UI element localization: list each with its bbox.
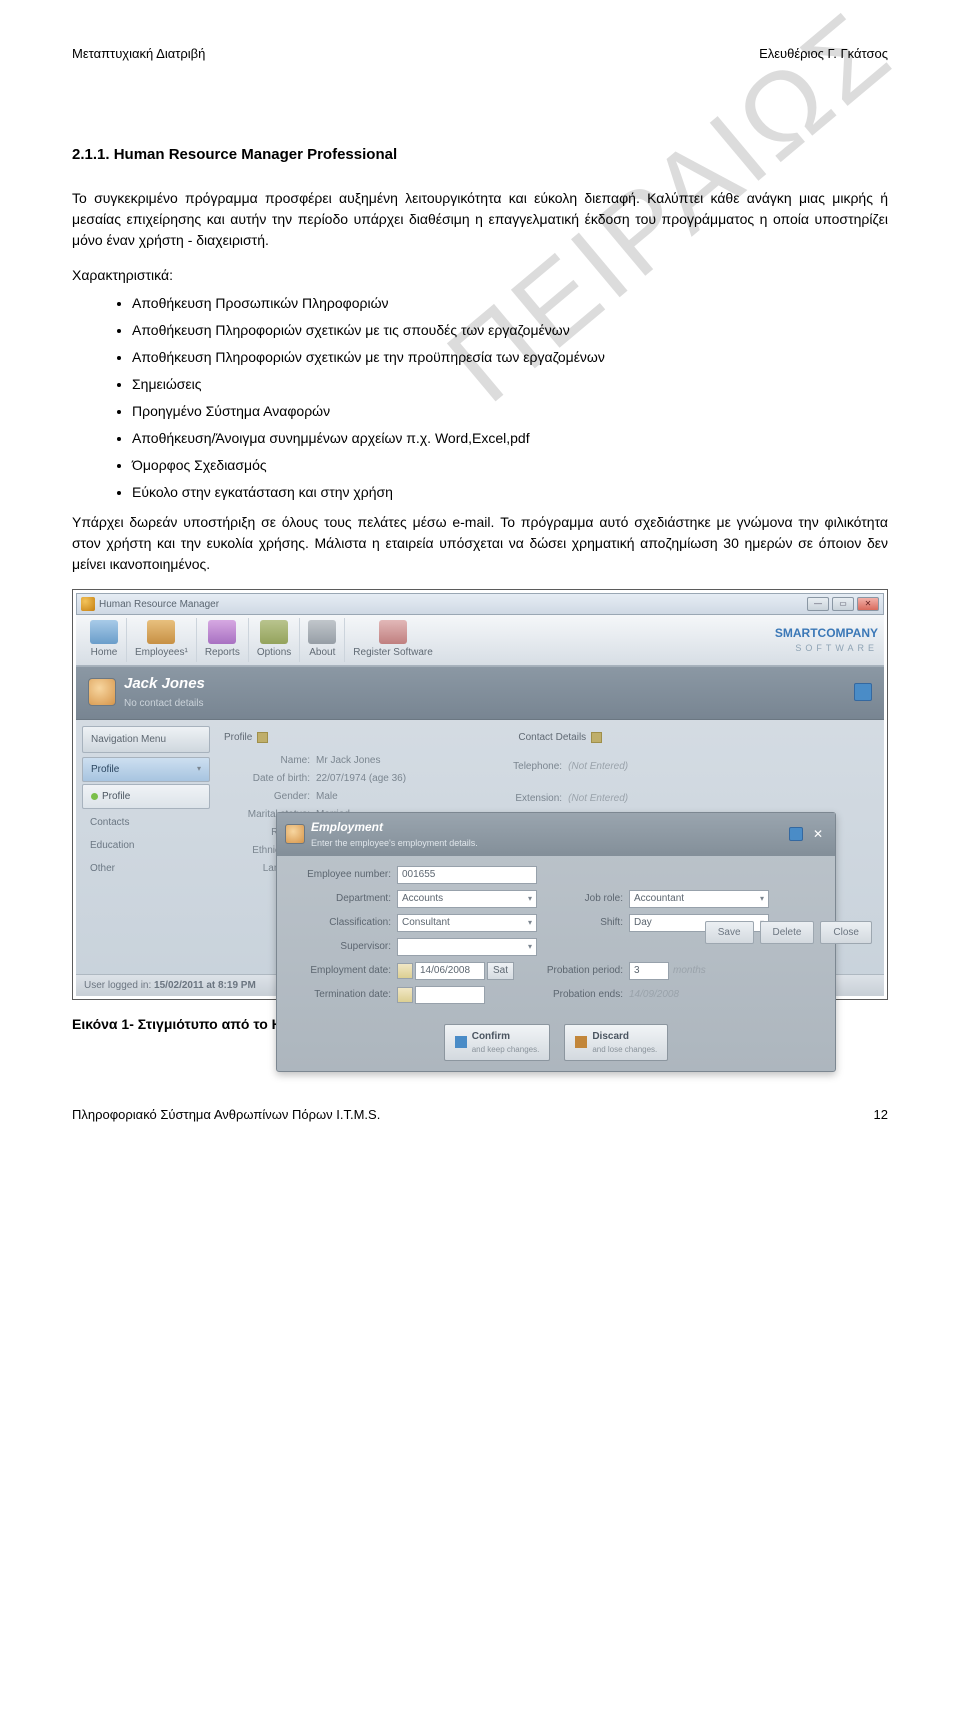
employee-subtitle: No contact details <box>124 696 205 711</box>
nav-title: Navigation Menu <box>82 726 210 753</box>
header-save-icon[interactable] <box>854 683 872 701</box>
screenshot-container: Human Resource Manager — ▭ ✕ Home Employ… <box>72 589 888 1000</box>
feature-item: Εύκολο στην εγκατάσταση και στην χρήση <box>132 479 888 506</box>
app-icon <box>81 597 95 611</box>
page-number: 12 <box>874 1105 888 1125</box>
contact-section-label: Contact Details <box>518 730 586 745</box>
employee-header: Jack Jones No contact details <box>76 666 884 720</box>
nav-education[interactable]: Education <box>82 834 210 857</box>
chevron-down-icon: ▾ <box>528 893 532 905</box>
main-panel: Profile Contact Details Name:Mr Jack Jon… <box>216 720 884 974</box>
close-button[interactable]: ✕ <box>857 597 879 611</box>
chevron-down-icon: ▾ <box>528 917 532 929</box>
department-select[interactable]: Accounts▾ <box>397 890 537 908</box>
calendar-icon[interactable] <box>397 987 413 1003</box>
window-title: Human Resource Manager <box>99 597 219 612</box>
termination-date-input[interactable] <box>415 986 485 1004</box>
discard-button[interactable]: Discardand lose changes. <box>564 1024 668 1061</box>
chevron-down-icon: ▾ <box>197 763 201 775</box>
section-heading: 2.1.1. Human Resource Manager Profession… <box>72 144 888 167</box>
employees-icon <box>147 620 175 644</box>
delete-button[interactable]: Delete <box>760 921 815 944</box>
feature-item: Αποθήκευση Πληροφοριών σχετικών με την π… <box>132 344 888 371</box>
employee-number-input[interactable] <box>397 866 537 884</box>
toolbar: Home Employees¹ Reports Options About Re… <box>76 615 884 666</box>
register-icon <box>379 620 407 644</box>
toolbar-home[interactable]: Home <box>82 618 127 662</box>
feature-item: Προηγμένο Σύστημα Αναφορών <box>132 398 888 425</box>
toolbar-reports[interactable]: Reports <box>197 618 249 662</box>
dialog-subtitle: Enter the employee's employment details. <box>311 838 478 848</box>
chevron-down-icon: ▾ <box>528 941 532 953</box>
maximize-button[interactable]: ▭ <box>832 597 854 611</box>
reports-icon <box>208 620 236 644</box>
dialog-save-icon[interactable] <box>789 827 803 841</box>
window-titlebar: Human Resource Manager — ▭ ✕ <box>76 593 884 615</box>
months-label: months <box>673 963 706 978</box>
toolbar-register[interactable]: Register Software <box>345 618 440 662</box>
feature-item: Σημειώσεις <box>132 371 888 398</box>
confirm-button[interactable]: Confirmand keep changes. <box>444 1024 551 1061</box>
chevron-down-icon: ▾ <box>760 893 764 905</box>
toolbar-about[interactable]: About <box>300 618 345 662</box>
bullet-icon <box>91 793 98 800</box>
probation-ends-value: 14/09/2008 <box>629 987 769 1002</box>
employment-icon <box>285 824 305 844</box>
nav-contacts[interactable]: Contacts <box>82 811 210 834</box>
footer-left: Πληροφοριακό Σύστημα Ανθρωπίνων Πόρων Ι.… <box>72 1105 380 1125</box>
feature-item: Όμορφος Σχεδιασμός <box>132 452 888 479</box>
doc-header-left: Μεταπτυχιακή Διατριβή <box>72 44 205 64</box>
profile-section-label: Profile <box>224 730 252 745</box>
about-icon <box>308 620 336 644</box>
probation-period-input[interactable] <box>629 962 669 980</box>
home-icon <box>90 620 118 644</box>
avatar <box>88 678 116 706</box>
close-button-footer[interactable]: Close <box>820 921 872 944</box>
classification-select[interactable]: Consultant▾ <box>397 914 537 932</box>
edit-icon[interactable] <box>257 732 268 743</box>
employee-name: Jack Jones <box>124 673 205 696</box>
toolbar-options[interactable]: Options <box>249 618 300 662</box>
features-list: Αποθήκευση Προσωπικών Πληροφοριών Αποθήκ… <box>72 290 888 506</box>
options-icon <box>260 620 288 644</box>
dialog-title: Employment <box>311 818 478 836</box>
jobrole-select[interactable]: Accountant▾ <box>629 890 769 908</box>
day-label: Sat <box>487 962 514 980</box>
brand-logo: SMARTCOMPANY SOFTWARE <box>775 618 878 662</box>
features-label: Χαρακτηριστικά: <box>72 265 888 286</box>
toolbar-employees[interactable]: Employees¹ <box>127 618 197 662</box>
doc-header-right: Ελευθέριος Γ. Γκάτσος <box>759 44 888 64</box>
save-button[interactable]: Save <box>705 921 754 944</box>
calendar-icon[interactable] <box>397 963 413 979</box>
dialog-close-icon[interactable]: ✕ <box>809 825 827 843</box>
feature-item: Αποθήκευση Πληροφοριών σχετικών με τις σ… <box>132 317 888 344</box>
save-icon <box>455 1036 467 1048</box>
paragraph-2: Υπάρχει δωρεάν υποστήριξη σε όλους τους … <box>72 512 888 575</box>
nav-profile[interactable]: Profile <box>82 784 210 809</box>
edit-icon[interactable] <box>591 732 602 743</box>
feature-item: Αποθήκευση/Άνοιγμα συνημμένων αρχείων π.… <box>132 425 888 452</box>
employment-date-input[interactable] <box>415 962 485 980</box>
discard-icon <box>575 1036 587 1048</box>
feature-item: Αποθήκευση Προσωπικών Πληροφοριών <box>132 290 888 317</box>
minimize-button[interactable]: — <box>807 597 829 611</box>
nav-profile-group[interactable]: Profile▾ <box>82 757 210 782</box>
supervisor-select[interactable]: ▾ <box>397 938 537 956</box>
navigation-menu: Navigation Menu Profile▾ Profile Contact… <box>76 720 216 886</box>
paragraph-1: Το συγκεκριμένο πρόγραμμα προσφέρει αυξη… <box>72 188 888 251</box>
nav-other[interactable]: Other <box>82 857 210 880</box>
